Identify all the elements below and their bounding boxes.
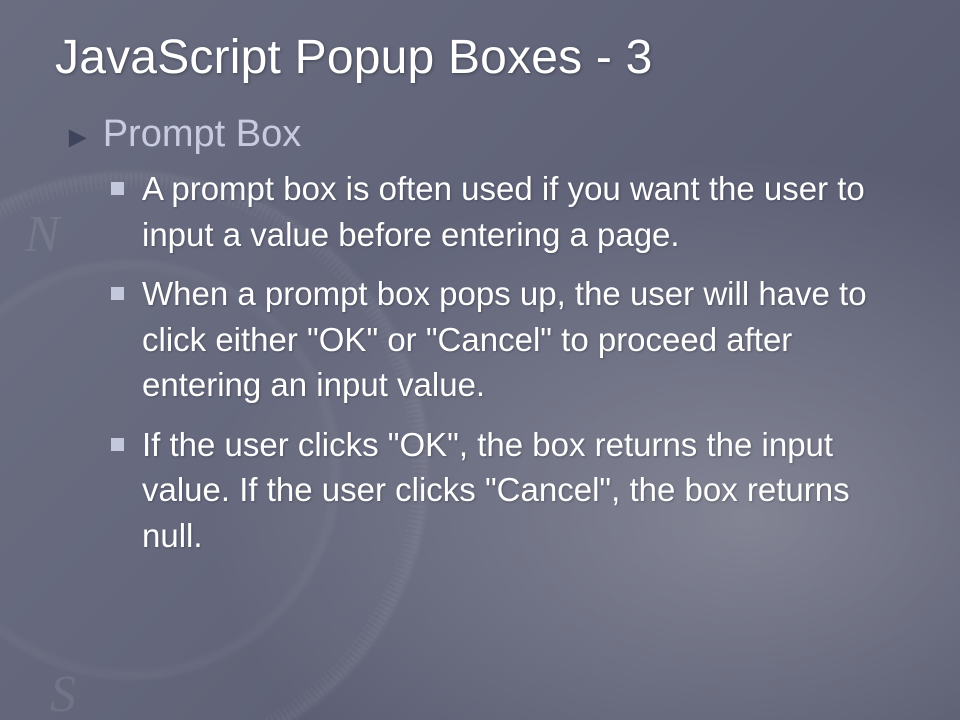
square-bullet-icon [111, 287, 124, 300]
square-bullet-icon [111, 438, 124, 451]
slide: N S JavaScript Popup Boxes - 3 ► Prompt … [0, 0, 960, 720]
section-heading-text: Prompt Box [103, 113, 302, 156]
compass-s-label: S [50, 665, 76, 720]
compass-n-label: N [25, 205, 60, 264]
list-item-text: A prompt box is often used if you want t… [142, 166, 905, 257]
list-item: If the user clicks "OK", the box returns… [111, 422, 905, 559]
triangle-bullet-icon: ► [63, 123, 93, 153]
bullet-list: A prompt box is often used if you want t… [111, 166, 905, 558]
list-item: A prompt box is often used if you want t… [111, 166, 905, 257]
list-item: When a prompt box pops up, the user will… [111, 271, 905, 408]
section-heading: ► Prompt Box [63, 113, 905, 156]
list-item-text: When a prompt box pops up, the user will… [142, 271, 905, 408]
slide-body: ► Prompt Box A prompt box is often used … [63, 113, 905, 558]
square-bullet-icon [111, 182, 124, 195]
list-item-text: If the user clicks "OK", the box returns… [142, 422, 905, 559]
slide-title: JavaScript Popup Boxes - 3 [55, 30, 905, 85]
